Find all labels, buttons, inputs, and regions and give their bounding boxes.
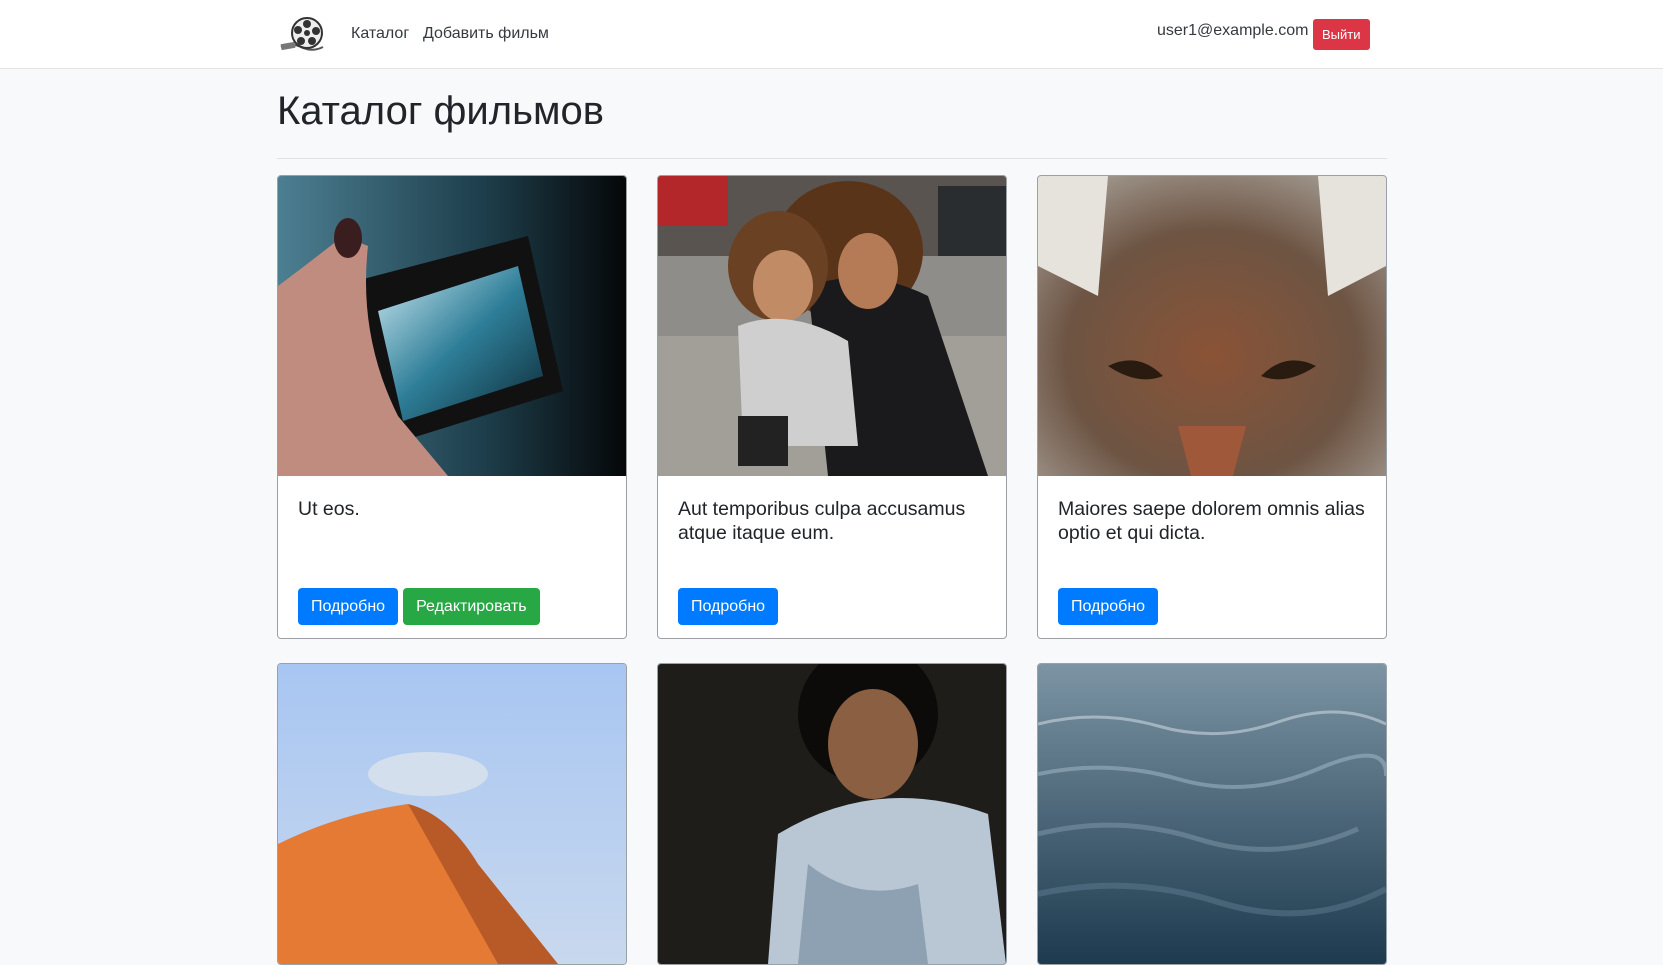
nav-link-add-movie[interactable]: Добавить фильм	[423, 25, 549, 43]
main-container: Каталог фильмов Ut eos. Подробно Редакти…	[277, 68, 1387, 965]
navbar: Каталог Добавить фильм user1@example.com…	[0, 0, 1663, 69]
movie-poster-image	[658, 664, 1006, 964]
movie-title: Ut eos.	[298, 498, 360, 520]
details-button[interactable]: Подробно	[678, 588, 779, 625]
movie-poster-image	[278, 176, 626, 476]
movie-title: Aut temporibus culpa accusamus atque ita…	[678, 498, 966, 544]
card-body: Aut temporibus culpa accusamus atque ita…	[658, 476, 1006, 638]
film-reel-icon[interactable]	[277, 14, 327, 54]
card-body: Maiores saepe dolorem omnis alias optio …	[1038, 476, 1386, 638]
card-body: Ut eos. Подробно Редактировать	[278, 476, 626, 638]
movie-title: Maiores saepe dolorem omnis alias optio …	[1058, 498, 1365, 544]
movie-card: Aut temporibus culpa accusamus atque ita…	[657, 175, 1007, 639]
details-button[interactable]: Подробно	[298, 588, 399, 625]
user-email: user1@example.com	[1157, 22, 1309, 39]
movie-poster-image	[1038, 176, 1386, 476]
movie-card: Ut eos. Подробно Редактировать	[277, 175, 627, 639]
movie-card: Maiores saepe dolorem omnis alias optio …	[1037, 175, 1387, 639]
movie-poster-image	[1038, 664, 1386, 964]
page-title: Каталог фильмов	[277, 89, 604, 133]
movie-poster-image	[278, 664, 626, 964]
logout-button[interactable]: Выйти	[1313, 19, 1370, 50]
edit-button[interactable]: Редактировать	[403, 588, 540, 625]
movie-card	[657, 663, 1007, 965]
movie-card	[1037, 663, 1387, 965]
movie-poster-image	[658, 176, 1006, 476]
nav-link-catalog[interactable]: Каталог	[351, 25, 409, 43]
details-button[interactable]: Подробно	[1058, 588, 1159, 625]
movie-card	[277, 663, 627, 965]
title-divider	[277, 158, 1387, 159]
